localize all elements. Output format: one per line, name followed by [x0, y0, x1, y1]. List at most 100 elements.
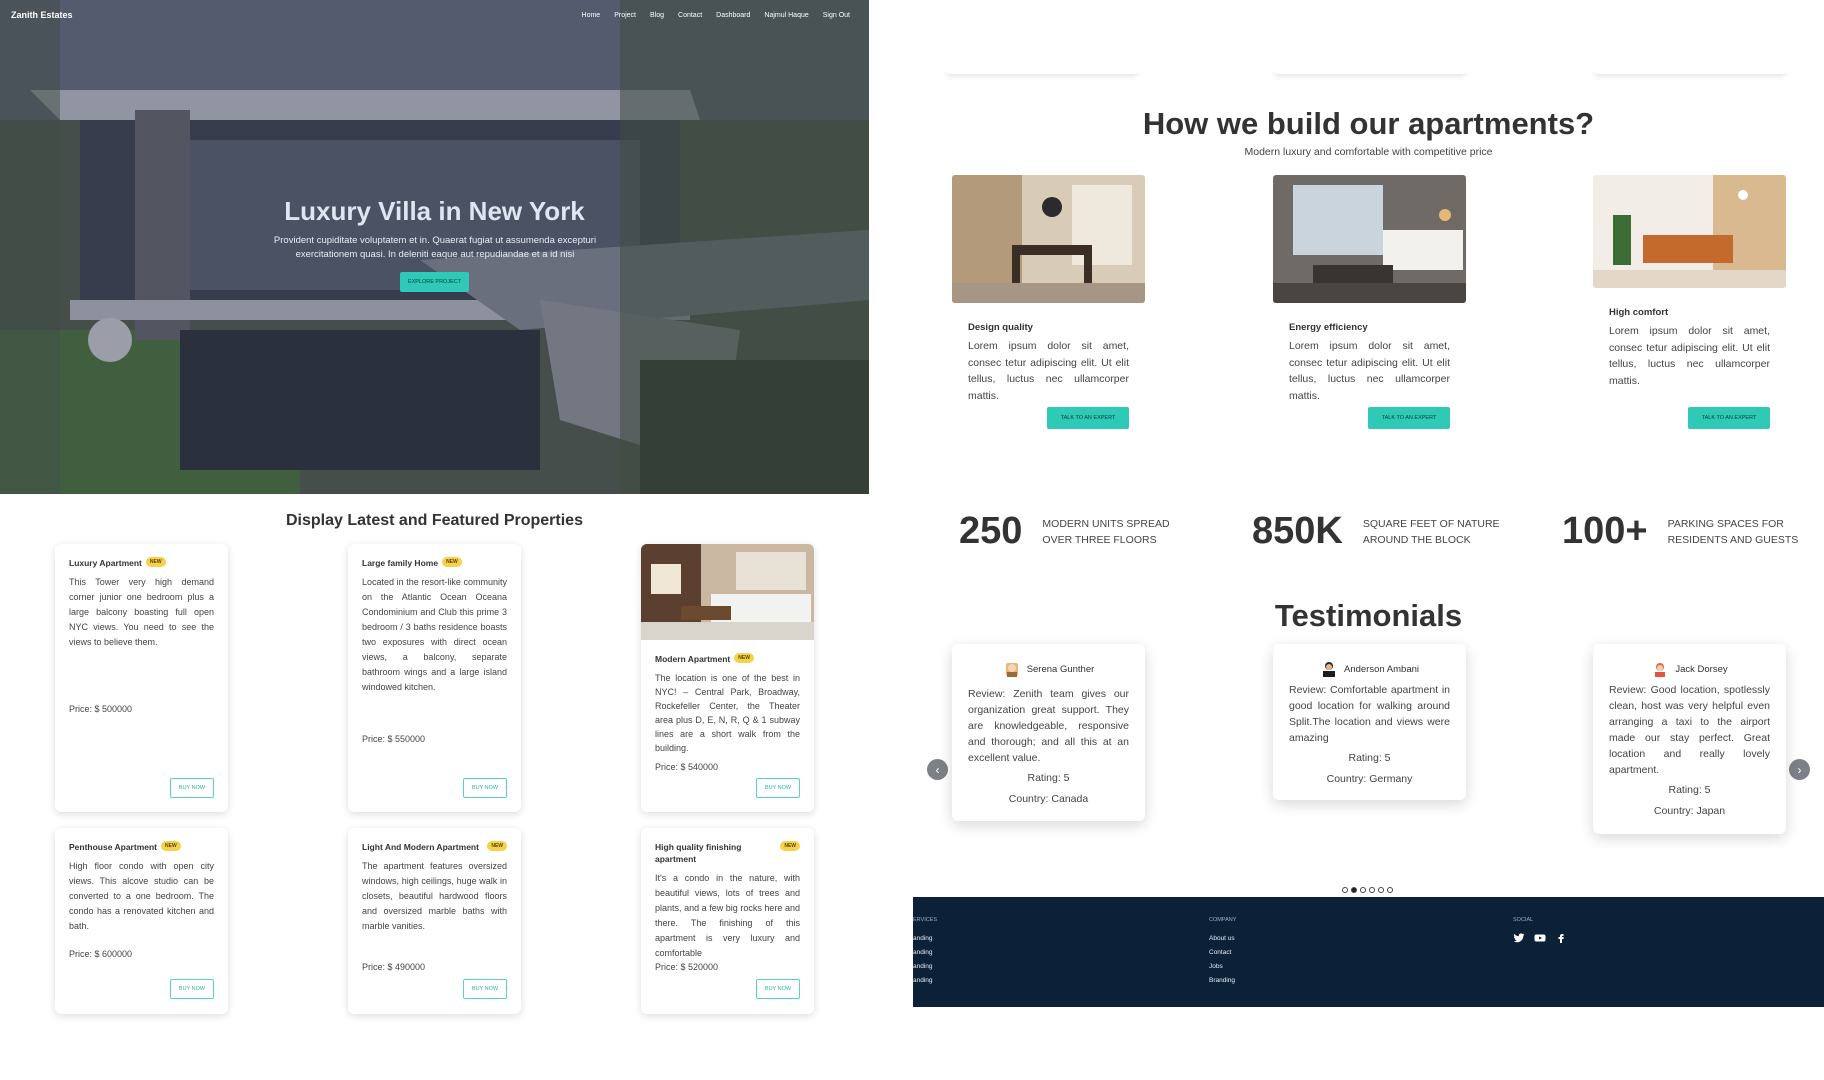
- feature-description: Lorem ipsum dolor sit amet, consec tetur…: [1289, 340, 1450, 402]
- nav-contact[interactable]: Contact: [678, 12, 702, 19]
- feature-image: [1593, 175, 1786, 288]
- footer-services: ERVICES anding anding anding anding: [913, 917, 937, 988]
- stat-value: 250: [959, 510, 1023, 552]
- feature-description: Lorem ipsum dolor sit amet, consec tetur…: [968, 340, 1129, 402]
- testimonial-card: Anderson Ambani Review: Comfortable apar…: [1273, 644, 1466, 800]
- facebook-icon[interactable]: [1555, 932, 1567, 944]
- feature-title: High comfort: [1609, 307, 1669, 318]
- build-title: How we build our apartments?: [1142, 106, 1595, 141]
- buy-now-button[interactable]: BUY NOW: [756, 979, 800, 999]
- avatar-icon: [1005, 663, 1018, 677]
- nav-project[interactable]: Project: [614, 12, 636, 19]
- testimonial-review: Review: Comfortable apartment in good lo…: [1289, 684, 1450, 744]
- buy-now-button[interactable]: BUY NOW: [463, 979, 507, 999]
- carousel-dot[interactable]: [1387, 887, 1393, 893]
- nav-home[interactable]: Home: [582, 12, 601, 19]
- stat-value: 100+: [1562, 510, 1648, 552]
- new-badge: NEW: [734, 653, 754, 663]
- new-badge: NEW: [487, 841, 507, 851]
- property-card: Light And Modern Apartment NEW The apartm…: [348, 828, 521, 1014]
- footer-link-contact[interactable]: Contact: [1209, 946, 1236, 960]
- feature-title: Design quality: [968, 322, 1033, 333]
- buy-now-button[interactable]: BUY NOW: [170, 979, 214, 999]
- property-description: This Tower very high demand corner junio…: [69, 577, 214, 647]
- property-price: Price: $ 600000: [69, 949, 133, 959]
- testimonial-name: Anderson Ambani: [1344, 663, 1419, 675]
- testimonial-card: Jack Dorsey Review: Good location, spotl…: [1593, 644, 1786, 834]
- property-title: Large family Home: [362, 558, 439, 568]
- twitter-icon[interactable]: [1513, 932, 1525, 944]
- nav-dashboard[interactable]: Dashboard: [716, 12, 750, 19]
- property-price: Price: $ 550000: [362, 734, 426, 744]
- property-photo: [641, 544, 814, 640]
- footer-company: COMPANY About us Contact Jobs Branding: [1209, 917, 1236, 988]
- hero-title: Luxury Villa in New York: [284, 196, 585, 226]
- footer-link[interactable]: anding: [913, 974, 937, 988]
- carousel-dot[interactable]: [1369, 887, 1375, 893]
- feature-description: Lorem ipsum dolor sit amet, consec tetur…: [1609, 325, 1770, 387]
- carousel-indicators: [1342, 887, 1393, 893]
- property-price: Price: $ 520000: [655, 962, 719, 972]
- top-navbar: Zanith Estates Home Project Blog Contact…: [0, 0, 869, 30]
- carousel-prev-button[interactable]: ‹: [927, 759, 948, 780]
- testimonial-review: Review: Zenith team gives our organizati…: [968, 688, 1129, 764]
- footer-link[interactable]: anding: [913, 932, 937, 946]
- hero-subtitle: Provident cupiditate voluptatem et in. Q…: [273, 235, 597, 260]
- feature-card: Energy efficiency Lorem ipsum dolor sit …: [1273, 175, 1466, 435]
- property-card: Large family Home NEW Located in the reso…: [348, 544, 521, 812]
- avatar-icon: [1655, 663, 1666, 677]
- new-badge: NEW: [780, 841, 800, 851]
- carousel-dot-active[interactable]: [1351, 887, 1357, 893]
- nav-user-name[interactable]: Najmul Haque: [764, 12, 808, 19]
- youtube-icon[interactable]: [1534, 932, 1546, 944]
- property-description: The apartment features oversized windows…: [362, 861, 507, 931]
- carousel-dot[interactable]: [1360, 887, 1366, 893]
- testimonial-rating: Rating: 5: [1668, 784, 1711, 796]
- property-title: Penthouse Apartment: [69, 842, 158, 852]
- talk-to-expert-button[interactable]: TALK TO AN EXPERT: [1368, 407, 1450, 429]
- property-title: Light And Modern Apartment: [362, 842, 479, 852]
- talk-to-expert-button[interactable]: TALK TO AN EXPERT: [1047, 407, 1129, 429]
- testimonial-country: Country: Germany: [1326, 773, 1413, 785]
- explore-project-button[interactable]: EXPLORE PROJECT: [400, 272, 469, 292]
- testimonial-card: Serena Gunther Review: Zenith team gives…: [952, 644, 1145, 821]
- property-card: High quality finishing apartment NEW It's…: [641, 828, 814, 1014]
- footer-link[interactable]: anding: [913, 946, 937, 960]
- properties-title: Display Latest and Featured Properties: [286, 512, 583, 529]
- footer-heading: COMPANY: [1209, 917, 1237, 923]
- testimonials-title: Testimonials: [1274, 598, 1463, 633]
- property-title: Luxury Apartment: [69, 558, 142, 568]
- nav-sign-out[interactable]: Sign Out: [823, 12, 850, 19]
- property-description: The location is one of the best in NYC! …: [655, 673, 800, 753]
- talk-to-expert-button[interactable]: TALK TO AN EXPERT: [1688, 407, 1770, 429]
- carousel-dot[interactable]: [1378, 887, 1384, 893]
- footer-link-about[interactable]: About us: [1209, 932, 1236, 946]
- testimonial-name: Jack Dorsey: [1675, 663, 1728, 675]
- build-subtitle: Modern luxury and comfortable with compe…: [1244, 146, 1493, 158]
- feature-image: [1273, 175, 1466, 303]
- buy-now-button[interactable]: BUY NOW: [463, 778, 507, 798]
- hero-section: Zanith Estates Home Project Blog Contact…: [0, 0, 869, 494]
- property-price: Price: $ 490000: [362, 962, 426, 972]
- footer-link-jobs[interactable]: Jobs: [1209, 960, 1236, 974]
- buy-now-button[interactable]: BUY NOW: [756, 778, 800, 798]
- brand-logo[interactable]: Zanith Estates: [11, 10, 73, 20]
- carousel-dot[interactable]: [1342, 887, 1348, 893]
- buy-now-button[interactable]: BUY NOW: [170, 778, 214, 798]
- stat-parking: 100+ PARKING SPACES FOR RESIDENTS AND GU…: [1562, 510, 1818, 553]
- feature-card: Design quality Lorem ipsum dolor sit ame…: [952, 175, 1145, 435]
- carousel-next-button[interactable]: ›: [1789, 759, 1810, 780]
- property-card: Modern Apartment NEW The location is one …: [641, 544, 814, 812]
- testimonial-rating: Rating: 5: [1027, 772, 1070, 784]
- footer-link-branding[interactable]: Branding: [1209, 974, 1236, 988]
- property-price: Price: $ 540000: [655, 762, 719, 772]
- footer-link[interactable]: anding: [913, 960, 937, 974]
- property-description: High floor condo with open city views. T…: [69, 861, 214, 931]
- testimonial-country: Country: Japan: [1653, 805, 1726, 817]
- stat-units: 250 MODERN UNITS SPREAD OVER THREE FLOOR…: [959, 510, 1192, 553]
- property-card: Luxury Apartment NEW This Tower very high…: [55, 544, 228, 812]
- new-badge: NEW: [161, 841, 181, 851]
- nav-blog[interactable]: Blog: [650, 12, 664, 19]
- stat-label: MODERN UNITS SPREAD OVER THREE FLOORS: [1042, 517, 1170, 546]
- feature-image: [952, 175, 1145, 303]
